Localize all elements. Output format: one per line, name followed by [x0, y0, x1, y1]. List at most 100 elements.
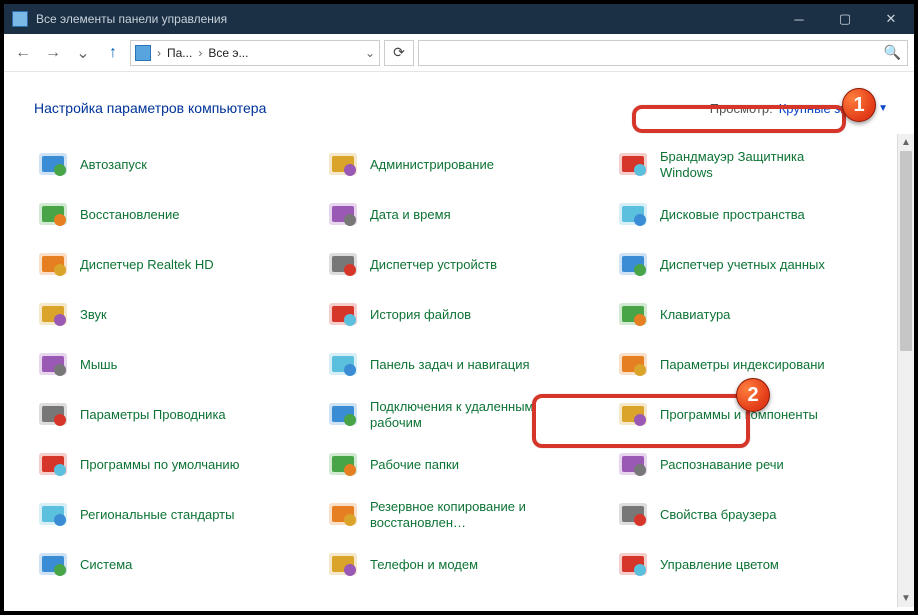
cp-item-label: Параметры Проводника — [80, 407, 226, 423]
cp-item-recovery[interactable]: Восстановление — [34, 192, 318, 238]
cp-item-label: Резервное копирование и восстановлен… — [370, 499, 550, 532]
breadcrumb-part1[interactable]: Па... — [167, 46, 192, 60]
cp-item-label: Система — [80, 557, 132, 573]
cp-item-programs[interactable]: Программы и компоненты — [614, 392, 898, 438]
cp-item-sound[interactable]: Звук — [34, 292, 318, 338]
cp-item-defaults[interactable]: Программы по умолчанию — [34, 442, 318, 488]
minimize-button[interactable]: ─ — [776, 4, 822, 34]
scroll-up-button[interactable]: ▲ — [898, 134, 914, 151]
cp-item-autoplay[interactable]: Автозапуск — [34, 142, 318, 188]
cp-item-label: Параметры индексировани — [660, 357, 825, 373]
admin-tools-icon — [326, 148, 360, 182]
cp-item-realtek[interactable]: Диспетчер Realtek HD — [34, 242, 318, 288]
cp-item-label: Рабочие папки — [370, 457, 459, 473]
cp-item-work-folders[interactable]: Рабочие папки — [324, 442, 608, 488]
storage-spaces-icon — [616, 198, 650, 232]
address-bar[interactable]: › Па... › Все э... ⌄ — [130, 40, 380, 66]
address-cp-icon — [135, 45, 151, 61]
cp-item-indexing[interactable]: Параметры индексировани — [614, 342, 898, 388]
title-bar: Все элементы панели управления ─ ▢ ✕ — [4, 4, 914, 34]
internet-options-icon — [616, 498, 650, 532]
keyboard-icon — [616, 298, 650, 332]
chevron-right-icon: › — [155, 46, 163, 60]
scroll-thumb[interactable] — [900, 151, 912, 351]
header-row: Настройка параметров компьютера Просмотр… — [4, 72, 914, 124]
scroll-down-button[interactable]: ▼ — [898, 590, 914, 607]
cp-item-label: Восстановление — [80, 207, 179, 223]
cp-item-firewall[interactable]: Брандмауэр Защитника Windows — [614, 142, 898, 188]
region-icon — [36, 498, 70, 532]
cp-item-phone-modem[interactable]: Телефон и модем — [324, 542, 608, 588]
firewall-icon — [616, 148, 650, 182]
cp-item-label: Дисковые пространства — [660, 207, 805, 223]
realtek-icon — [36, 248, 70, 282]
chevron-right-icon: › — [196, 46, 204, 60]
recent-locations-button[interactable]: ⌄ — [70, 40, 96, 66]
credentials-icon — [616, 248, 650, 282]
vertical-scrollbar[interactable]: ▲ ▼ — [897, 134, 914, 607]
caret-down-icon: ▼ — [878, 103, 888, 114]
color-mgmt-icon — [616, 548, 650, 582]
phone-modem-icon — [326, 548, 360, 582]
cp-item-label: История файлов — [370, 307, 471, 323]
cp-item-taskbar[interactable]: Панель задач и навигация — [324, 342, 608, 388]
cp-item-label: Дата и время — [370, 207, 451, 223]
cp-item-label: Администрирование — [370, 157, 494, 173]
cp-item-label: Звук — [80, 307, 107, 323]
control-panel-icon — [12, 11, 28, 27]
cp-item-device-manager[interactable]: Диспетчер устройств — [324, 242, 608, 288]
remote-app-icon — [326, 398, 360, 432]
forward-button[interactable]: → — [40, 40, 66, 66]
view-by-value: Крупные значки — [779, 101, 874, 116]
file-history-icon — [326, 298, 360, 332]
speech-icon — [616, 448, 650, 482]
cp-item-label: Программы по умолчанию — [80, 457, 239, 473]
toolbar: ← → ⌄ ↑ › Па... › Все э... ⌄ ⟳ 🔍 — [4, 34, 914, 72]
backup-icon — [326, 498, 360, 532]
cp-item-label: Мышь — [80, 357, 117, 373]
cp-item-keyboard[interactable]: Клавиатура — [614, 292, 898, 338]
back-button[interactable]: ← — [10, 40, 36, 66]
cp-item-label: Диспетчер устройств — [370, 257, 497, 273]
cp-item-remote-app[interactable]: Подключения к удаленным рабочим — [324, 392, 608, 438]
cp-item-credentials[interactable]: Диспетчер учетных данных — [614, 242, 898, 288]
cp-item-speech[interactable]: Распознавание речи — [614, 442, 898, 488]
programs-icon — [616, 398, 650, 432]
cp-item-explorer-options[interactable]: Параметры Проводника — [34, 392, 318, 438]
cp-item-color-mgmt[interactable]: Управление цветом — [614, 542, 898, 588]
view-by-dropdown[interactable]: Крупные значки ▼ — [779, 101, 888, 116]
cp-item-label: Брандмауэр Защитника Windows — [660, 149, 840, 182]
taskbar-icon — [326, 348, 360, 382]
cp-item-storage-spaces[interactable]: Дисковые пространства — [614, 192, 898, 238]
cp-item-internet-options[interactable]: Свойства браузера — [614, 492, 898, 538]
search-icon[interactable]: 🔍 — [884, 44, 901, 61]
window-title: Все элементы панели управления — [36, 12, 776, 26]
maximize-button[interactable]: ▢ — [822, 4, 868, 34]
cp-item-label: Диспетчер Realtek HD — [80, 257, 214, 273]
page-title: Настройка параметров компьютера — [34, 100, 266, 116]
cp-item-label: Распознавание речи — [660, 457, 784, 473]
cp-item-label: Панель задач и навигация — [370, 357, 530, 373]
search-box[interactable]: 🔍 — [418, 40, 908, 66]
cp-item-system[interactable]: Система — [34, 542, 318, 588]
content-area: Автозапуск Администрирование Брандмауэр За… — [4, 134, 914, 607]
address-dropdown-button[interactable]: ⌄ — [365, 46, 375, 60]
close-button[interactable]: ✕ — [868, 4, 914, 34]
cp-item-label: Региональные стандарты — [80, 507, 234, 523]
refresh-button[interactable]: ⟳ — [384, 40, 414, 66]
sound-icon — [36, 298, 70, 332]
up-button[interactable]: ↑ — [100, 40, 126, 66]
cp-item-label: Диспетчер учетных данных — [660, 257, 825, 273]
cp-item-datetime[interactable]: Дата и время — [324, 192, 608, 238]
cp-item-mouse[interactable]: Мышь — [34, 342, 318, 388]
breadcrumb-part2[interactable]: Все э... — [208, 46, 248, 60]
search-input[interactable] — [425, 42, 884, 64]
recovery-icon — [36, 198, 70, 232]
cp-item-region[interactable]: Региональные стандарты — [34, 492, 318, 538]
cp-item-admin-tools[interactable]: Администрирование — [324, 142, 608, 188]
cp-item-backup[interactable]: Резервное копирование и восстановлен… — [324, 492, 608, 538]
cp-item-file-history[interactable]: История файлов — [324, 292, 608, 338]
cp-item-label: Программы и компоненты — [660, 407, 818, 423]
cp-item-label: Управление цветом — [660, 557, 779, 573]
system-icon — [36, 548, 70, 582]
